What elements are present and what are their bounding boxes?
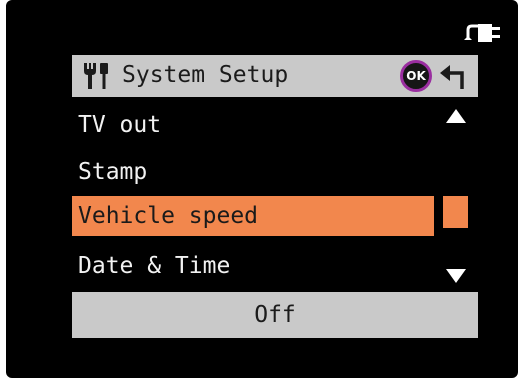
menu-item-vehicle-speed[interactable]: Vehicle speed — [72, 196, 434, 236]
scroll-down-arrow-icon[interactable] — [445, 268, 467, 284]
menu-item-stamp[interactable]: Stamp — [72, 152, 434, 192]
menu-item-tv-out[interactable]: TV out — [72, 105, 434, 145]
wrench-screwdriver-icon — [84, 63, 108, 89]
menu-header: System Setup OK — [72, 55, 478, 97]
page-title: System Setup — [122, 62, 289, 88]
menu-item-date-time[interactable]: Date & Time — [72, 246, 434, 286]
current-value-bar: Off — [72, 292, 478, 338]
scroll-up-arrow-icon[interactable] — [445, 108, 467, 124]
return-arrow-icon[interactable] — [438, 61, 470, 91]
ok-button-icon[interactable]: OK — [400, 60, 432, 92]
scrollbar-thumb[interactable] — [443, 196, 468, 228]
power-plug-icon — [464, 24, 500, 42]
camera-screen: System Setup OK TV out Stamp Vehicle spe… — [6, 0, 518, 378]
